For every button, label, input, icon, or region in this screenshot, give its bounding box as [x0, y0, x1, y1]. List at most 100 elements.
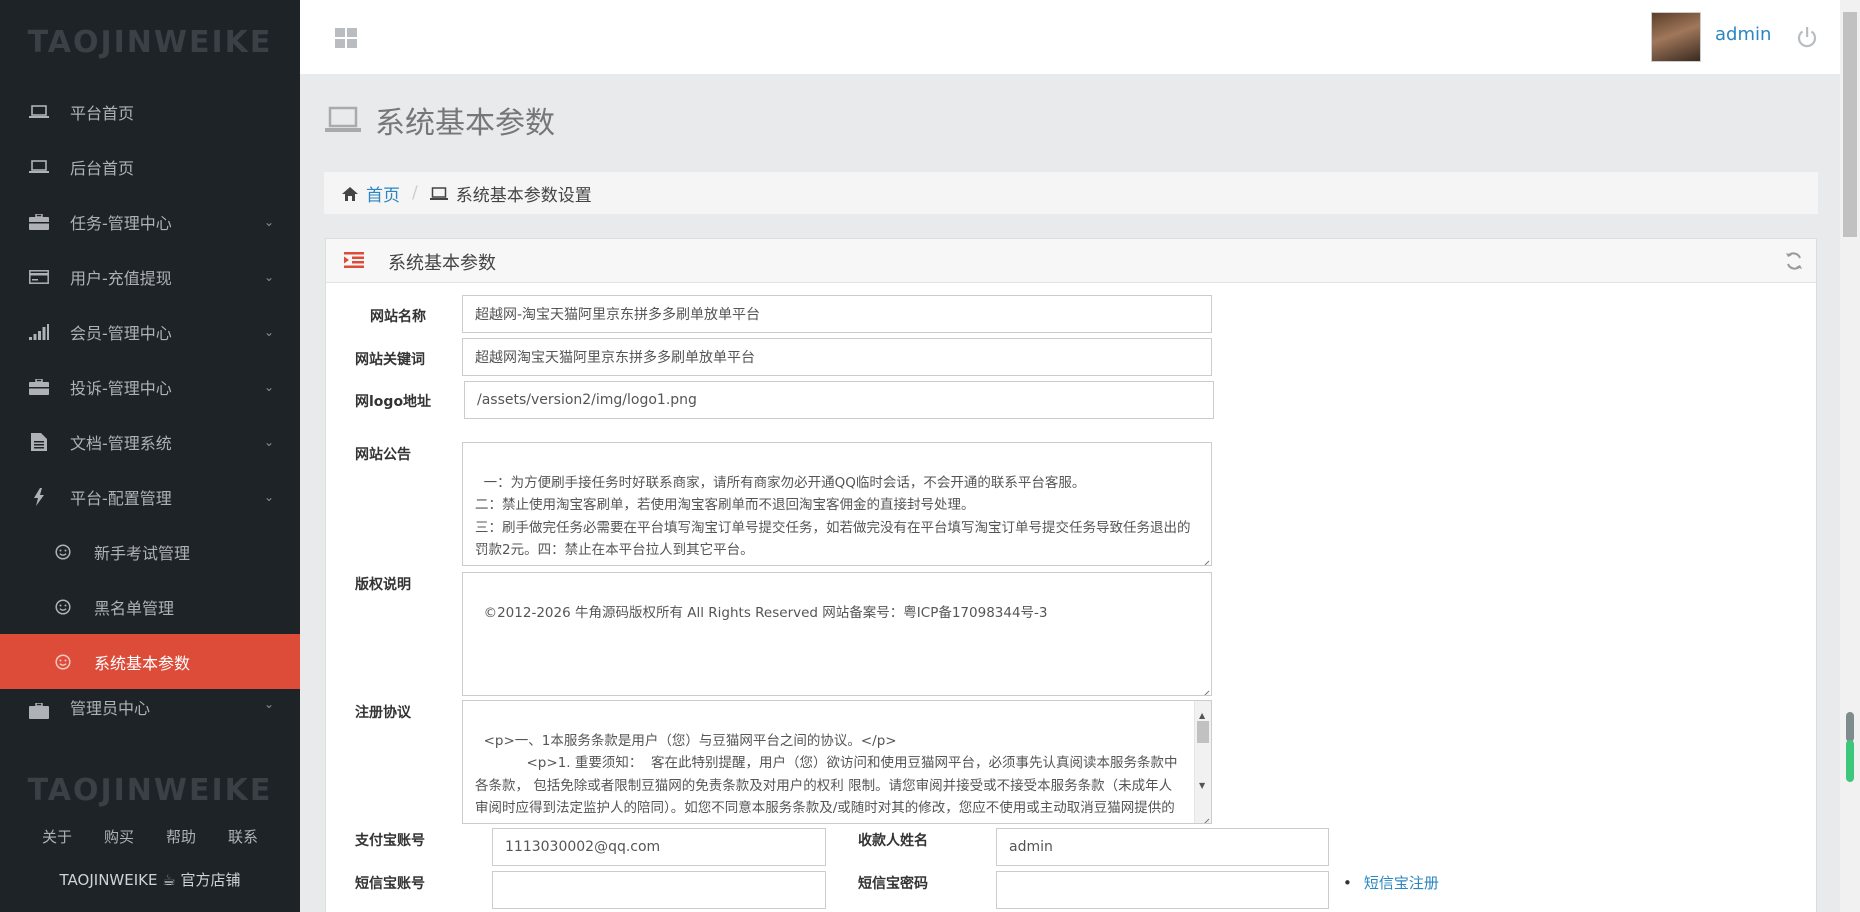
laptop-icon: [28, 104, 50, 120]
briefcase-icon: [28, 213, 50, 230]
breadcrumb-current: 系统基本参数设置: [455, 185, 592, 206]
laptop-icon: [429, 186, 448, 200]
resize-handle-icon[interactable]: [1200, 684, 1210, 695]
sidebar-subitem-newbie-exam[interactable]: 新手考试管理: [0, 524, 300, 579]
footer-link-buy[interactable]: 购买: [104, 826, 134, 847]
sidebar-item-label: 任务-管理中心: [70, 213, 172, 233]
box-header: 系统基本参数: [326, 239, 1816, 283]
brand-logo: TAOJINWEIKE: [27, 24, 273, 60]
sidebar-item-platform-config[interactable]: 平台-配置管理 ⌄: [0, 469, 300, 524]
keywords-label: 网站关键词: [355, 352, 425, 368]
notice-label: 网站公告: [355, 447, 411, 463]
chevron-down-icon: ⌄: [263, 434, 274, 449]
notice-textarea[interactable]: 一：为方便刷手接任务时好联系商家，请所有商家勿必开通QQ临时会话，不会开通的联系…: [462, 442, 1212, 566]
scroll-thumb[interactable]: [1843, 12, 1857, 237]
site-name-label: 网站名称: [370, 309, 426, 325]
sidebar-item-label: 黑名单管理: [94, 598, 175, 618]
credit-card-icon: [28, 269, 50, 285]
indent-list-icon: [344, 252, 364, 268]
footer-shop-link[interactable]: TAOJINWEIKE ☕ 官方店铺: [0, 869, 300, 890]
sms-register-link[interactable]: 短信宝注册: [1364, 874, 1439, 892]
footer-link-help[interactable]: 帮助: [166, 826, 196, 847]
footer-brand-logo: TAOJINWEIKE: [27, 772, 273, 808]
agreement-textarea[interactable]: <p>一、1本服务条款是用户（您）与豆猫网平台之间的协议。</p> <p>1. …: [462, 700, 1212, 824]
sidebar-item-label: 会员-管理中心: [70, 323, 172, 343]
chevron-down-icon: ⌄: [263, 379, 274, 394]
laptop-icon: [28, 159, 50, 175]
sidebar-item-label: 新手考试管理: [94, 543, 191, 563]
smile-icon: [54, 543, 72, 561]
scroll-down-icon[interactable]: ▼: [1199, 775, 1205, 798]
avatar[interactable]: [1651, 12, 1701, 62]
site-name-input[interactable]: 超越网-淘宝天猫阿里京东拼多多刷单放单平台: [462, 295, 1212, 333]
sidebar-item-label: 用户-充值提现: [70, 268, 172, 288]
sidebar-item-label: 管理员中心: [70, 699, 151, 718]
sms-password-input[interactable]: [996, 871, 1329, 909]
breadcrumb-separator: /: [412, 183, 418, 203]
sidebar: TAOJINWEIKE 平台首页 后台首页 任务-管理中心 ⌄ 用户-充值提现 …: [0, 0, 300, 912]
grid-menu-icon[interactable]: [335, 28, 357, 48]
chevron-down-icon: ⌄: [263, 214, 274, 229]
footer-link-about[interactable]: 关于: [42, 826, 72, 847]
sidebar-footer: TAOJINWEIKE 关于 购买 帮助 联系 TAOJINWEIKE ☕ 官方…: [0, 756, 300, 912]
sidebar-item-admin-center[interactable]: 管理员中心 ⌄: [0, 689, 300, 719]
sms-register-link-item: • 短信宝注册: [1343, 872, 1439, 893]
briefcase-icon: [28, 378, 50, 395]
briefcase-icon: [28, 703, 50, 719]
home-icon: [342, 186, 358, 201]
copyright-text: ©2012-2026 牛角源码版权所有 All Rights Reserved …: [483, 604, 1048, 621]
payee-input[interactable]: admin: [996, 828, 1329, 866]
chevron-down-icon: ⌄: [263, 269, 274, 284]
sidebar-subitem-system-params[interactable]: 系统基本参数: [0, 634, 300, 689]
power-icon[interactable]: [1796, 26, 1818, 48]
alipay-label: 支付宝账号: [355, 833, 425, 849]
signal-icon: [28, 323, 50, 340]
sidebar-item-admin-home[interactable]: 后台首页: [0, 139, 300, 194]
sms-password-label: 短信宝密码: [858, 876, 928, 892]
agreement-text: <p>一、1本服务条款是用户（您）与豆猫网平台之间的协议。</p> <p>1. …: [475, 732, 1178, 824]
chevron-down-icon: ⌄: [263, 697, 274, 711]
sms-account-input[interactable]: [492, 871, 826, 909]
sidebar-subitem-blacklist[interactable]: 黑名单管理: [0, 579, 300, 634]
copyright-textarea[interactable]: ©2012-2026 牛角源码版权所有 All Rights Reserved …: [462, 572, 1212, 696]
footer-link-contact[interactable]: 联系: [228, 826, 258, 847]
sidebar-item-task-center[interactable]: 任务-管理中心 ⌄: [0, 194, 300, 249]
side-widget-indicator[interactable]: [1846, 740, 1854, 782]
sidebar-item-label: 系统基本参数: [94, 653, 191, 673]
copyright-label: 版权说明: [355, 577, 411, 593]
page-title: 系统基本参数: [375, 106, 555, 141]
sidebar-item-label: 平台-配置管理: [70, 488, 172, 508]
page-header: 系统基本参数: [325, 98, 555, 142]
breadcrumb: 首页 / 系统基本参数设置: [324, 172, 1818, 214]
sidebar-item-label: 投诉-管理中心: [70, 378, 172, 398]
smile-icon: [54, 598, 72, 616]
keywords-input[interactable]: 超越网淘宝天猫阿里京东拼多多刷单放单平台: [462, 338, 1212, 376]
agreement-label: 注册协议: [355, 705, 411, 721]
sms-account-label: 短信宝账号: [355, 876, 425, 892]
payee-label: 收款人姓名: [858, 833, 928, 849]
notice-text: 一：为方便刷手接任务时好联系商家，请所有商家勿必开通QQ临时会话，不会开通的联系…: [475, 474, 1191, 559]
side-widget-handle[interactable]: [1846, 712, 1854, 742]
sidebar-item-label: 平台首页: [70, 103, 135, 123]
refresh-icon[interactable]: [1784, 251, 1804, 271]
resize-handle-icon[interactable]: [1200, 812, 1210, 823]
sidebar-item-document-system[interactable]: 文档-管理系统 ⌄: [0, 414, 300, 469]
sidebar-item-platform-home[interactable]: 平台首页: [0, 84, 300, 139]
topbar: admin: [300, 0, 1840, 74]
resize-handle-icon[interactable]: [1200, 554, 1210, 565]
sidebar-item-label: 文档-管理系统: [70, 433, 172, 453]
user-name[interactable]: admin: [1715, 24, 1771, 45]
sidebar-item-recharge[interactable]: 用户-充值提现 ⌄: [0, 249, 300, 304]
alipay-input[interactable]: 1113030002@qq.com: [492, 828, 826, 866]
sidebar-item-label: 后台首页: [70, 158, 135, 178]
box-title: 系统基本参数: [388, 253, 496, 274]
sidebar-item-complaint-center[interactable]: 投诉-管理中心 ⌄: [0, 359, 300, 414]
chevron-down-icon: ⌄: [263, 489, 274, 504]
textarea-scrollbar[interactable]: ▲ ▼: [1194, 701, 1211, 823]
breadcrumb-home-link[interactable]: 首页: [366, 181, 400, 206]
scroll-thumb[interactable]: [1197, 721, 1209, 743]
footer-links: 关于 购买 帮助 联系: [0, 826, 300, 847]
logo-input[interactable]: /assets/version2/img/logo1.png: [464, 381, 1214, 419]
bolt-icon: [28, 487, 50, 506]
sidebar-item-member-center[interactable]: 会员-管理中心 ⌄: [0, 304, 300, 359]
